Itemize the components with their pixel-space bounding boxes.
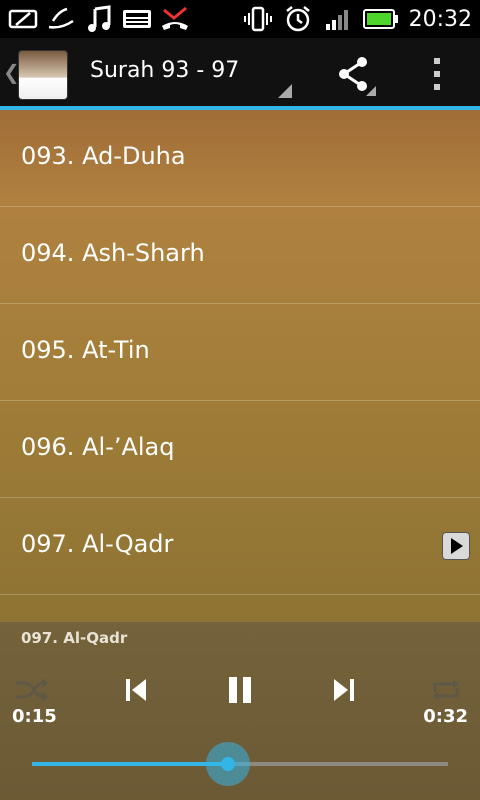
total-duration: 0:32: [423, 706, 468, 727]
spinner-indicator-icon: [278, 84, 292, 98]
alarm-icon: [283, 6, 313, 32]
list-item-label: 097. Al-Qadr: [21, 530, 174, 558]
next-track-icon[interactable]: [324, 670, 364, 710]
list-item[interactable]: 095. At-Tin: [0, 304, 480, 401]
previous-track-icon[interactable]: [116, 670, 156, 710]
overflow-menu-icon[interactable]: [430, 56, 444, 92]
missed-call-icon: [160, 6, 190, 32]
list-item[interactable]: 093. Ad-Duha: [0, 110, 480, 207]
app-icon[interactable]: [18, 50, 68, 100]
clock: 20:32: [408, 6, 472, 32]
notification-icons: [8, 4, 190, 34]
list-item[interactable]: 094. Ash-Sharh: [0, 207, 480, 304]
music-note-icon: [84, 5, 114, 32]
tablet-icon: [8, 6, 38, 32]
list-item-label: 096. Al-’Alaq: [21, 433, 175, 461]
list-item-label: 095. At-Tin: [21, 336, 150, 364]
surah-list: 093. Ad-Duha 094. Ash-Sharh 095. At-Tin …: [0, 110, 480, 622]
list-item[interactable]: 096. Al-’Alaq: [0, 401, 480, 498]
now-playing-title: 097. Al-Qadr: [21, 629, 128, 647]
keyboard-icon: [122, 6, 152, 32]
shuffle-icon[interactable]: [12, 670, 52, 710]
seek-bar-thumb[interactable]: [205, 742, 250, 786]
elapsed-time: 0:15: [12, 706, 57, 727]
play-indicator-icon[interactable]: [442, 532, 470, 560]
page-title[interactable]: Surah 93 - 97: [90, 58, 239, 83]
battery-icon: [362, 6, 399, 32]
share-dropdown-indicator-icon: [366, 86, 376, 96]
pause-icon[interactable]: [220, 670, 260, 710]
system-icons: 20:32: [243, 4, 472, 34]
repeat-icon[interactable]: [426, 670, 466, 710]
antenna-icon: [46, 6, 76, 32]
status-bar: 20:32: [0, 0, 480, 38]
seek-bar-progress: [32, 762, 228, 766]
list-item[interactable]: 097. Al-Qadr: [0, 498, 480, 595]
action-bar: ❮ Surah 93 - 97: [0, 38, 480, 110]
player-panel: 097. Al-Qadr 0:15 0:32: [0, 622, 480, 800]
vibrate-icon: [243, 6, 273, 32]
list-item-label: 093. Ad-Duha: [21, 142, 186, 170]
signal-icon: [323, 6, 353, 32]
list-item-label: 094. Ash-Sharh: [21, 239, 205, 267]
